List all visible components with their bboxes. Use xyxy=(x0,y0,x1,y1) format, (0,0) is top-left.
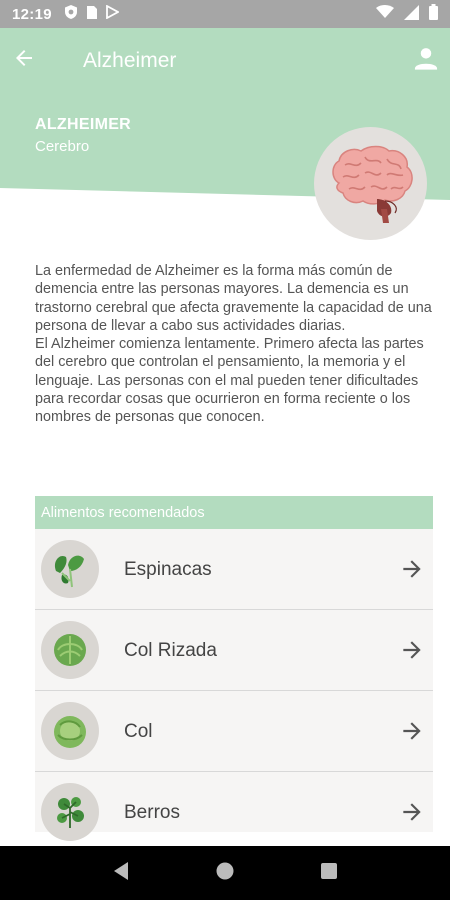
square-recents-icon xyxy=(320,862,337,879)
food-item-col-rizada[interactable]: Col Rizada xyxy=(35,610,433,691)
triangle-back-icon xyxy=(114,861,129,880)
profile-button[interactable] xyxy=(410,42,442,74)
nav-back-button[interactable] xyxy=(112,861,130,886)
foods-section-header: Alimentos recomendados xyxy=(35,496,433,529)
wifi-icon xyxy=(376,5,394,23)
disease-category: Cerebro xyxy=(35,138,90,155)
disease-name: ALZHEIMER xyxy=(35,116,132,133)
description-paragraph: La enfermedad de Alzheimer es la forma m… xyxy=(35,263,432,334)
arrow-back-icon xyxy=(16,50,32,66)
play-store-icon xyxy=(105,4,120,23)
shield-icon xyxy=(64,4,78,24)
description-paragraph: El Alzheimer comienza lentamente. Primer… xyxy=(35,336,424,426)
food-label: Col xyxy=(124,721,153,742)
back-button[interactable] xyxy=(8,42,40,74)
nav-home-button[interactable] xyxy=(215,861,235,886)
food-item-col[interactable]: Col xyxy=(35,691,433,772)
page-title: Alzheimer xyxy=(83,49,177,72)
battery-icon xyxy=(429,4,438,24)
nav-recents-button[interactable] xyxy=(320,862,338,885)
food-label: Berros xyxy=(124,802,180,823)
circle-home-icon xyxy=(216,862,234,879)
signal-icon xyxy=(404,4,419,24)
arrow-forward-icon xyxy=(403,722,421,740)
status-time: 12:19 xyxy=(12,5,52,23)
arrow-forward-icon xyxy=(403,803,421,821)
navigation-bar xyxy=(0,846,450,900)
brain-image xyxy=(314,127,427,240)
description: La enfermedad de Alzheimer es la forma m… xyxy=(35,262,435,427)
food-label: Col Rizada xyxy=(124,640,217,661)
person-icon xyxy=(414,48,438,70)
sim-card-icon xyxy=(86,5,98,24)
foods-list: Espinacas Col Rizada Col Berros xyxy=(35,529,433,841)
arrow-forward-icon xyxy=(403,560,421,578)
food-item-berros[interactable]: Berros xyxy=(35,772,433,841)
kale-icon xyxy=(41,621,99,679)
food-label: Espinacas xyxy=(124,559,212,580)
food-item-espinacas[interactable]: Espinacas xyxy=(35,529,433,610)
cabbage-icon xyxy=(41,702,99,760)
watercress-icon xyxy=(41,783,99,841)
spinach-icon xyxy=(41,540,99,598)
arrow-forward-icon xyxy=(403,641,421,659)
status-bar: 12:19 xyxy=(0,0,450,28)
brain-icon xyxy=(331,145,413,223)
